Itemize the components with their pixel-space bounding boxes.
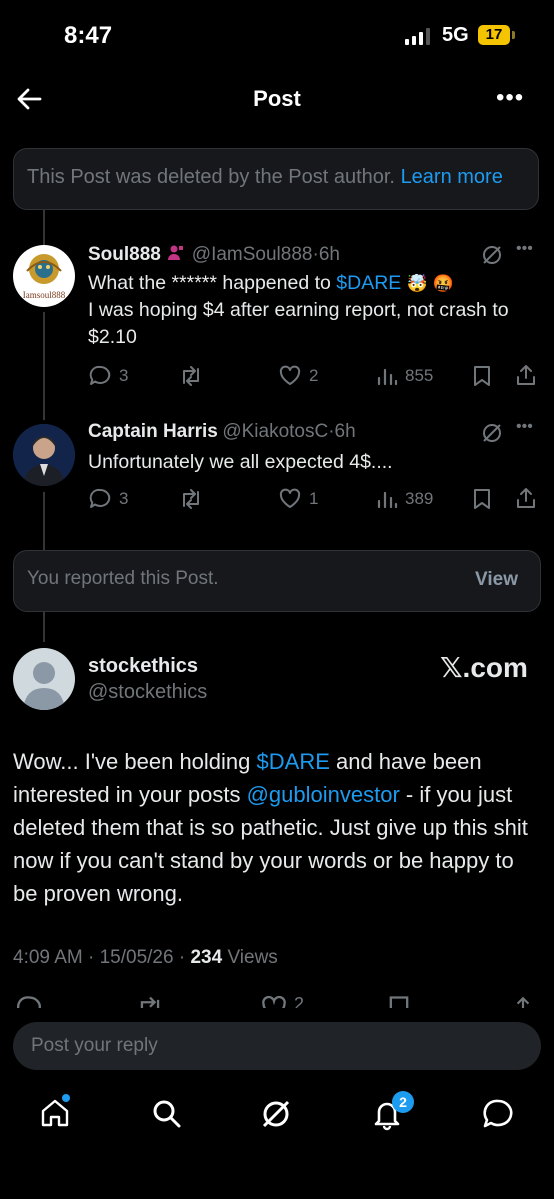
reply-button[interactable]: 3 — [88, 364, 128, 388]
reply-text-part: I was hoping $4 after earning report, no… — [88, 299, 509, 348]
tab-notifications[interactable]: 2 — [370, 1091, 414, 1131]
repost-button[interactable] — [178, 364, 204, 388]
author-name[interactable]: Soul888 — [88, 244, 161, 265]
tab-home[interactable] — [38, 1094, 72, 1130]
reply-text: What the ****** happened to $DARE 🤯 🤬 I … — [88, 270, 533, 351]
post-time: 6h — [334, 421, 356, 442]
view-count: 389 — [405, 489, 434, 508]
repost-button[interactable] — [178, 487, 204, 511]
reply-text-part: What the ****** happened to — [88, 272, 337, 294]
battery-tip — [512, 31, 515, 39]
cashtag-link[interactable]: $DARE — [257, 749, 330, 774]
more-options-icon[interactable]: ••• — [516, 418, 533, 436]
like-count: 2 — [309, 366, 319, 385]
bookmark-icon[interactable] — [386, 994, 412, 1008]
reply-placeholder: Post your reply — [31, 1035, 158, 1056]
bookmark-icon[interactable] — [471, 487, 493, 516]
view-button[interactable]: View — [475, 569, 518, 591]
views-label: Views — [227, 947, 278, 968]
network-label: 5G — [442, 24, 469, 46]
thread-line — [43, 312, 45, 420]
grok-icon[interactable] — [480, 421, 504, 450]
more-options-icon[interactable]: ••• — [516, 240, 533, 258]
like-count: 1 — [309, 489, 319, 508]
reply-button[interactable]: 3 — [88, 487, 128, 511]
reported-post-notice: You reported this Post. View — [13, 550, 541, 612]
grok-icon[interactable] — [480, 243, 504, 272]
author-handle[interactable]: @IamSoul888 — [192, 244, 313, 265]
bookmark-icon[interactable] — [471, 364, 493, 393]
share-icon[interactable] — [514, 363, 538, 392]
post-time: 4:09 AM — [13, 947, 83, 968]
mention-link[interactable]: @gubloinvestor — [247, 782, 400, 807]
like-count: 2 — [294, 994, 305, 1008]
view-count: 234 — [190, 947, 223, 968]
author-name[interactable]: stockethics — [88, 655, 198, 678]
cashtag-link[interactable]: $DARE — [336, 272, 401, 294]
author-handle[interactable]: @stockethics — [88, 681, 207, 704]
post-date: 15/05/26 — [99, 947, 174, 968]
post-time: 6h — [318, 244, 340, 265]
community-icon — [168, 244, 184, 267]
author-name[interactable]: Captain Harris — [88, 421, 218, 442]
views-button[interactable]: 389 — [376, 487, 433, 511]
like-button[interactable]: 2 — [278, 364, 318, 388]
tab-messages[interactable] — [481, 1097, 515, 1131]
deleted-notice-text: This Post was deleted by the Post author… — [27, 166, 395, 188]
avatar[interactable] — [13, 424, 75, 486]
reply-input[interactable]: Post your reply — [13, 1022, 541, 1070]
reply-button[interactable] — [15, 994, 43, 1008]
repost-button[interactable] — [135, 994, 165, 1008]
like-button[interactable]: 2 — [260, 994, 304, 1008]
battery-icon: 17 — [478, 25, 510, 45]
tab-grok[interactable] — [259, 1097, 293, 1131]
post-meta: 4:09 AM · 15/05/26 · 234 Views — [13, 947, 278, 968]
tab-search[interactable] — [150, 1097, 184, 1131]
views-button[interactable]: 855 — [376, 364, 433, 388]
page-title: Post — [253, 86, 301, 111]
reply-count: 3 — [119, 489, 129, 508]
emoji: 🤯 🤬 — [406, 274, 454, 293]
reported-notice-text: You reported this Post. — [27, 568, 219, 589]
avatar[interactable]: Iamsoul888 — [13, 245, 75, 307]
thread-line — [43, 612, 45, 642]
reply-header: Soul888 @IamSoul888·6h — [88, 244, 340, 267]
deleted-post-notice: This Post was deleted by the Post author… — [13, 148, 539, 210]
x-com-badge: 𝕏.com — [440, 652, 528, 683]
reply-count: 3 — [119, 366, 129, 385]
reply-text: Unfortunately we all expected 4$.... — [88, 451, 393, 473]
share-icon[interactable] — [514, 486, 538, 515]
view-count: 855 — [405, 366, 434, 385]
thread-line — [43, 210, 45, 248]
post-text: Wow... I've been holding $DARE and have … — [13, 745, 543, 910]
like-button[interactable]: 1 — [278, 487, 318, 511]
notification-badge: 2 — [392, 1091, 414, 1113]
status-time: 8:47 — [64, 22, 113, 49]
avatar[interactable] — [13, 648, 75, 710]
avatar-caption: Iamsoul888 — [22, 290, 66, 300]
thread-line — [43, 492, 45, 550]
more-options-icon[interactable]: ••• — [496, 84, 524, 112]
learn-more-link[interactable]: Learn more — [401, 166, 503, 188]
signal-icon — [405, 27, 430, 45]
share-icon[interactable] — [510, 994, 536, 1008]
home-dot-badge — [62, 1094, 70, 1102]
post-text-part: Wow... I've been holding — [13, 749, 257, 774]
author-handle[interactable]: @KiakotosC — [222, 421, 328, 442]
reply-header: Captain Harris @KiakotosC·6h — [88, 421, 356, 442]
